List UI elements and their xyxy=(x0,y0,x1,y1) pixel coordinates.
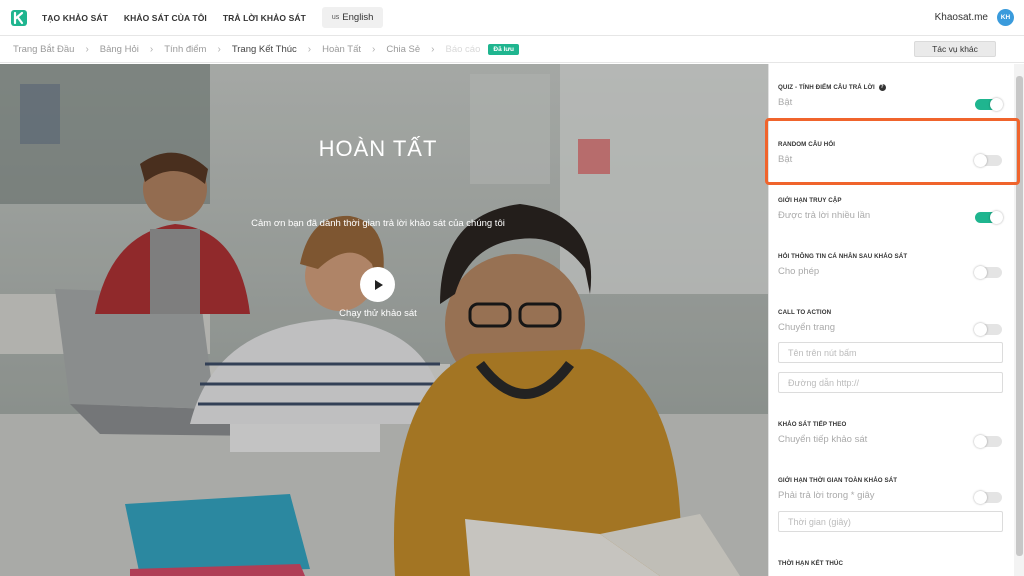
step-questionnaire[interactable]: Bảng Hỏi xyxy=(100,44,139,55)
quiz-toggle[interactable] xyxy=(975,98,1003,111)
step-share[interactable]: Chia Sẻ xyxy=(386,44,420,55)
quiz-title-text: QUIZ - TÍNH ĐIỂM CÂU TRẢ LỜI xyxy=(778,84,875,92)
cta-toggle[interactable] xyxy=(974,323,1002,336)
end-page-preview: HOÀN TẤT Cảm ơn bạn đã dành thời gian tr… xyxy=(0,64,768,576)
top-navbar: TẠO KHẢO SÁT KHẢO SÁT CỦA TÔI TRẢ LỜI KH… xyxy=(0,0,1024,36)
access-limit-toggle[interactable] xyxy=(975,211,1003,224)
toggle-knob xyxy=(990,211,1003,224)
saved-status-badge: Đã lưu xyxy=(488,43,519,55)
settings-scrollbar[interactable] xyxy=(1014,64,1024,576)
time-limit-title: GIỚI HẠN THỜI GIAN TOÀN KHẢO SÁT xyxy=(778,477,898,484)
language-selector[interactable]: us English xyxy=(321,7,384,28)
language-label: English xyxy=(342,12,374,23)
toggle-knob xyxy=(974,435,987,448)
step-report: Báo cáo xyxy=(445,43,481,55)
scrollbar-thumb[interactable] xyxy=(1016,76,1023,556)
access-limit-value: Được trả lời nhiều lần xyxy=(778,210,871,221)
nav-answer-survey[interactable]: TRẢ LỜI KHẢO SÁT xyxy=(223,13,306,23)
steps-breadcrumb: Trang Bắt Đầu › Bảng Hỏi › Tính điểm › T… xyxy=(0,36,1024,63)
chevron-right-icon: › xyxy=(431,43,435,55)
next-survey-value: Chuyển tiếp khảo sát xyxy=(778,434,868,445)
cta-value: Chuyển trang xyxy=(778,322,836,333)
quiz-setting-title: QUIZ - TÍNH ĐIỂM CÂU TRẢ LỜI ? xyxy=(778,84,886,91)
cta-title: CALL TO ACTION xyxy=(778,309,832,316)
access-limit-title: GIỚI HẠN TRUY CẬP xyxy=(778,197,842,204)
step-start-page[interactable]: Trang Bắt Đầu xyxy=(13,44,74,55)
help-icon[interactable]: ? xyxy=(878,84,886,91)
end-time-title: THỜI HẠN KẾT THÚC xyxy=(778,560,844,567)
personal-info-value: Cho phép xyxy=(778,266,820,277)
thank-you-message: Cảm ơn bạn đã dành thời gian trả lời khả… xyxy=(251,218,505,229)
chevron-right-icon: › xyxy=(307,43,312,55)
nav-create-survey[interactable]: TẠO KHẢO SÁT xyxy=(42,13,108,23)
toggle-knob xyxy=(974,266,987,279)
toggle-knob xyxy=(990,98,1003,111)
try-survey-label[interactable]: Chạy thử khảo sát xyxy=(0,308,756,319)
play-button[interactable] xyxy=(360,267,395,302)
time-limit-toggle[interactable] xyxy=(974,491,1002,504)
nav-my-surveys[interactable]: KHẢO SÁT CỦA TÔI xyxy=(124,13,207,23)
time-limit-value: Phải trả lời trong * giây xyxy=(778,490,875,501)
user-avatar[interactable]: KH xyxy=(997,9,1014,26)
personal-info-title: HỎI THÔNG TIN CÁ NHÂN SAU KHẢO SÁT xyxy=(778,253,908,260)
other-actions-button[interactable]: Tác vụ khác xyxy=(914,41,996,57)
random-setting-title: RANDOM CÂU HỎI xyxy=(778,141,836,148)
settings-panel: QUIZ - TÍNH ĐIỂM CÂU TRẢ LỜI ? Bật RANDO… xyxy=(768,64,1024,576)
toggle-knob xyxy=(974,491,987,504)
random-setting-value: Bật xyxy=(778,154,793,165)
site-name-link[interactable]: Khaosat.me xyxy=(935,12,988,23)
toggle-knob xyxy=(974,323,987,336)
chevron-right-icon: › xyxy=(372,43,376,55)
play-icon xyxy=(374,279,383,290)
next-survey-title: KHẢO SÁT TIẾP THEO xyxy=(778,421,847,428)
random-toggle[interactable] xyxy=(974,154,1002,167)
us-flag-icon: us xyxy=(331,14,340,21)
time-limit-seconds-input[interactable]: Thời gian (giây) xyxy=(778,511,1003,532)
end-page-title: HOÀN TẤT xyxy=(318,136,438,161)
quiz-setting-value: Bật xyxy=(778,97,793,108)
chevron-right-icon: › xyxy=(217,43,221,55)
next-survey-toggle[interactable] xyxy=(974,435,1002,448)
khaosat-logo-icon[interactable] xyxy=(10,9,28,27)
chevron-right-icon: › xyxy=(85,43,89,55)
step-complete[interactable]: Hoàn Tất xyxy=(322,44,361,55)
cta-button-text-input[interactable]: Tên trên nút bấm xyxy=(778,342,1003,363)
chevron-right-icon: › xyxy=(149,43,154,55)
toggle-knob xyxy=(974,154,987,167)
step-scoring[interactable]: Tính điểm xyxy=(164,44,206,55)
personal-info-toggle[interactable] xyxy=(974,266,1002,279)
step-end-page[interactable]: Trang Kết Thúc xyxy=(232,44,297,55)
cta-url-input[interactable]: Đường dẫn http:// xyxy=(778,372,1003,393)
